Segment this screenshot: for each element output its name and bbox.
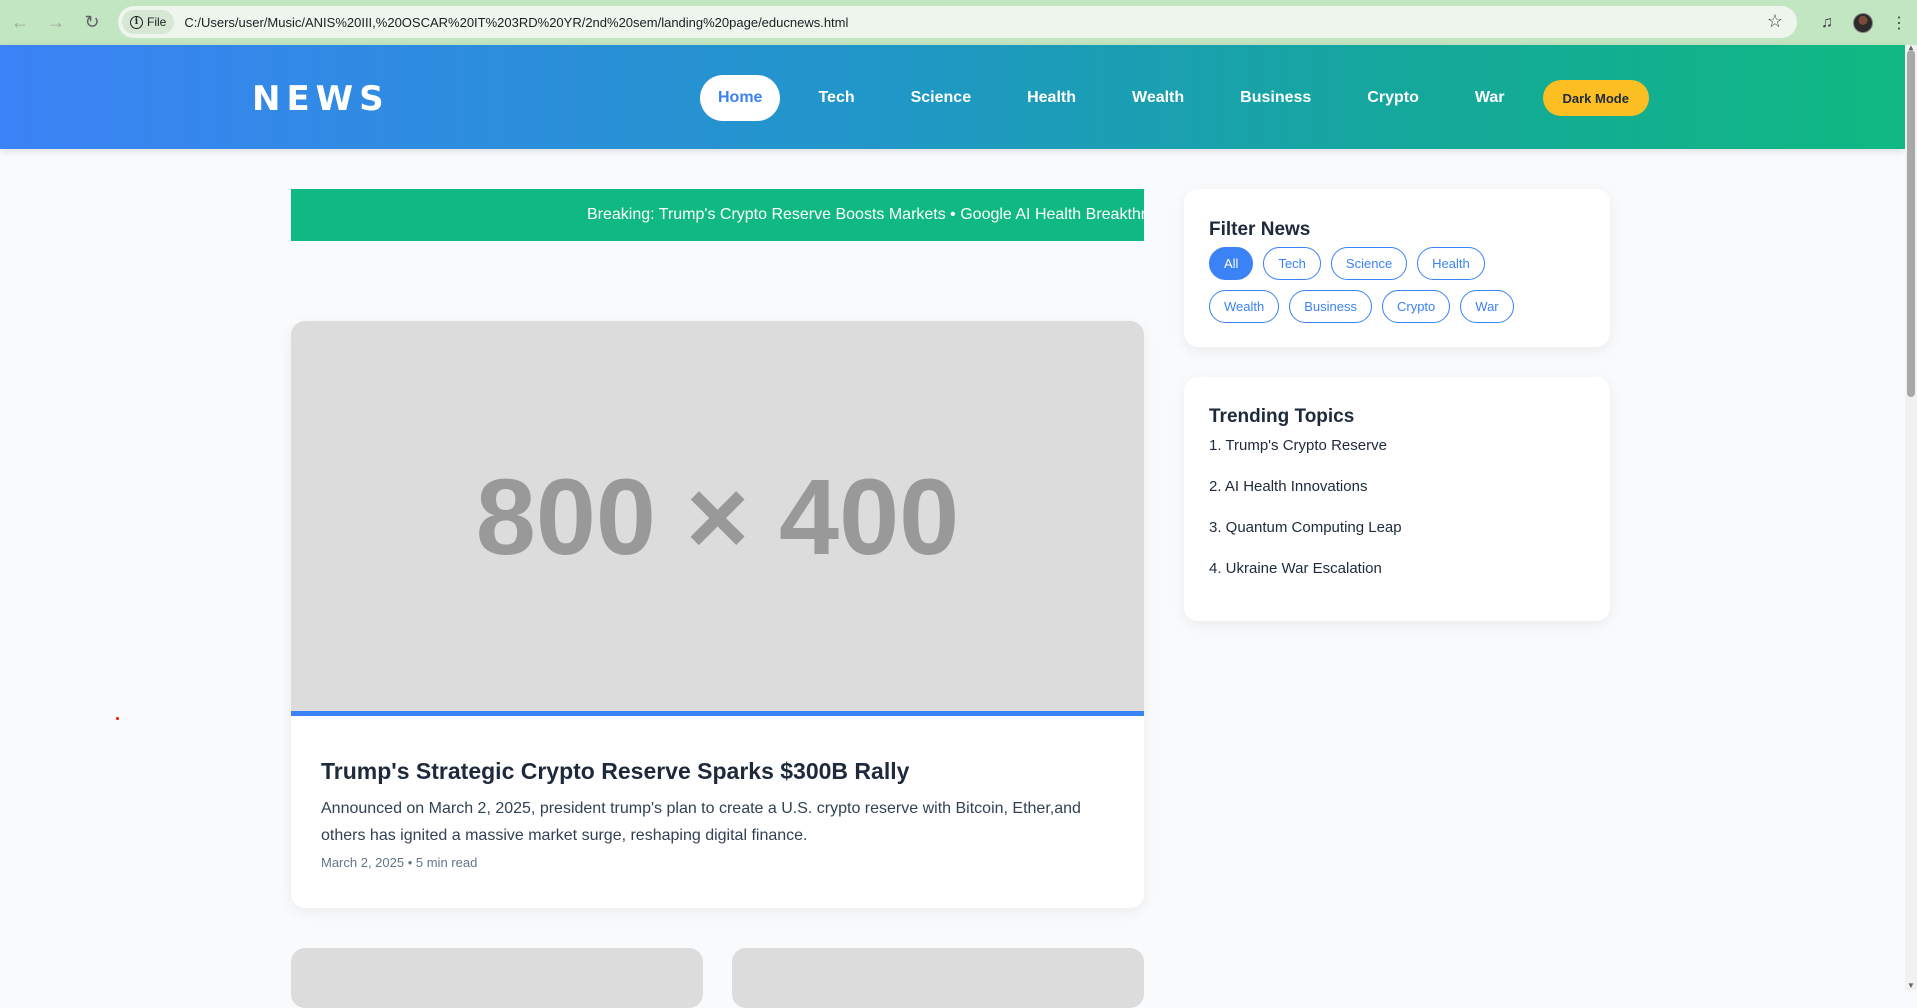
forward-icon[interactable]: →: [38, 5, 74, 41]
filter-chip-all[interactable]: All: [1209, 247, 1254, 280]
filter-chip-wealth[interactable]: Wealth: [1209, 290, 1280, 323]
scroll-down-arrow-icon[interactable]: ▼: [1907, 981, 1915, 990]
back-icon[interactable]: ←: [2, 5, 38, 41]
file-label: File: [147, 15, 167, 29]
filter-chip-crypto[interactable]: Crypto: [1381, 290, 1451, 323]
main-nav: Home Tech Science Health Wealth Business…: [700, 75, 1649, 121]
filter-chip-war[interactable]: War: [1460, 290, 1514, 323]
dark-mode-button[interactable]: Dark Mode: [1542, 80, 1649, 116]
nav-tech[interactable]: Tech: [800, 75, 872, 121]
url-text[interactable]: C:/Users/user/Music/ANIS%20III,%20OSCAR%…: [184, 15, 848, 30]
profile-avatar[interactable]: [1845, 5, 1881, 41]
nav-science[interactable]: Science: [893, 75, 989, 121]
trending-item[interactable]: 1. Trump's Crypto Reserve: [1209, 425, 1585, 466]
trending-item[interactable]: 3. Quantum Computing Leap: [1209, 507, 1585, 548]
filter-news-title: Filter News: [1209, 219, 1311, 240]
site-logo[interactable]: NEWS: [252, 79, 390, 119]
trending-topics-panel: Trending Topics 1. Trump's Crypto Reserv…: [1184, 377, 1610, 621]
media-controls-icon[interactable]: ♫: [1809, 5, 1845, 41]
site-info-chip[interactable]: i File: [122, 10, 175, 34]
article-title[interactable]: Trump's Strategic Crypto Reserve Sparks …: [321, 758, 1114, 785]
filter-chip-science[interactable]: Science: [1330, 247, 1408, 280]
article-description: Announced on March 2, 2025, president tr…: [321, 800, 1081, 844]
menu-kebab-icon[interactable]: ⋮: [1881, 5, 1917, 41]
scrollbar-thumb[interactable]: [1907, 50, 1915, 397]
article-meta: March 2, 2025 • 5 min read: [321, 855, 478, 870]
info-icon: i: [130, 15, 143, 29]
article-card-thumbnail[interactable]: [291, 948, 703, 1008]
nav-health[interactable]: Health: [1009, 75, 1094, 121]
breaking-news-text: Breaking: Trump's Crypto Reserve Boosts …: [587, 206, 1144, 223]
filter-chip-tech[interactable]: Tech: [1263, 247, 1321, 280]
article-card-thumbnail[interactable]: [732, 948, 1144, 1008]
trending-item[interactable]: 2. AI Health Innovations: [1209, 466, 1585, 507]
trending-item[interactable]: 4. Ukraine War Escalation: [1209, 548, 1585, 589]
nav-crypto[interactable]: Crypto: [1349, 75, 1437, 121]
address-bar[interactable]: i File C:/Users/user/Music/ANIS%20III,%2…: [118, 6, 1797, 38]
filter-news-panel: Filter News All Tech Science Health Weal…: [1184, 189, 1610, 347]
reload-icon[interactable]: ↻: [74, 5, 110, 41]
nav-business[interactable]: Business: [1222, 75, 1329, 121]
nav-wealth[interactable]: Wealth: [1114, 75, 1202, 121]
breaking-news-ticker: Breaking: Trump's Crypto Reserve Boosts …: [291, 189, 1144, 241]
filter-chip-business[interactable]: Business: [1289, 290, 1372, 323]
article-image-placeholder: 800 × 400: [291, 321, 1144, 716]
cursor-dot: [116, 717, 119, 720]
avatar: [1853, 12, 1873, 33]
nav-home[interactable]: Home: [700, 75, 781, 121]
filter-chip-health[interactable]: Health: [1417, 247, 1485, 280]
page-scrollbar[interactable]: ▲ ▼: [1905, 43, 1917, 990]
filter-chips: All Tech Science Health Wealth Business …: [1209, 247, 1549, 323]
nav-war[interactable]: War: [1457, 75, 1523, 121]
bookmark-star-icon[interactable]: ☆: [1767, 11, 1783, 32]
featured-article-card[interactable]: 800 × 400 Trump's Strategic Crypto Reser…: [291, 321, 1144, 908]
site-header: NEWS Home Tech Science Health Wealth Bus…: [0, 45, 1905, 149]
trending-list: 1. Trump's Crypto Reserve 2. AI Health I…: [1209, 425, 1585, 589]
browser-toolbar: ← → ↻ i File C:/Users/user/Music/ANIS%20…: [0, 0, 1917, 45]
